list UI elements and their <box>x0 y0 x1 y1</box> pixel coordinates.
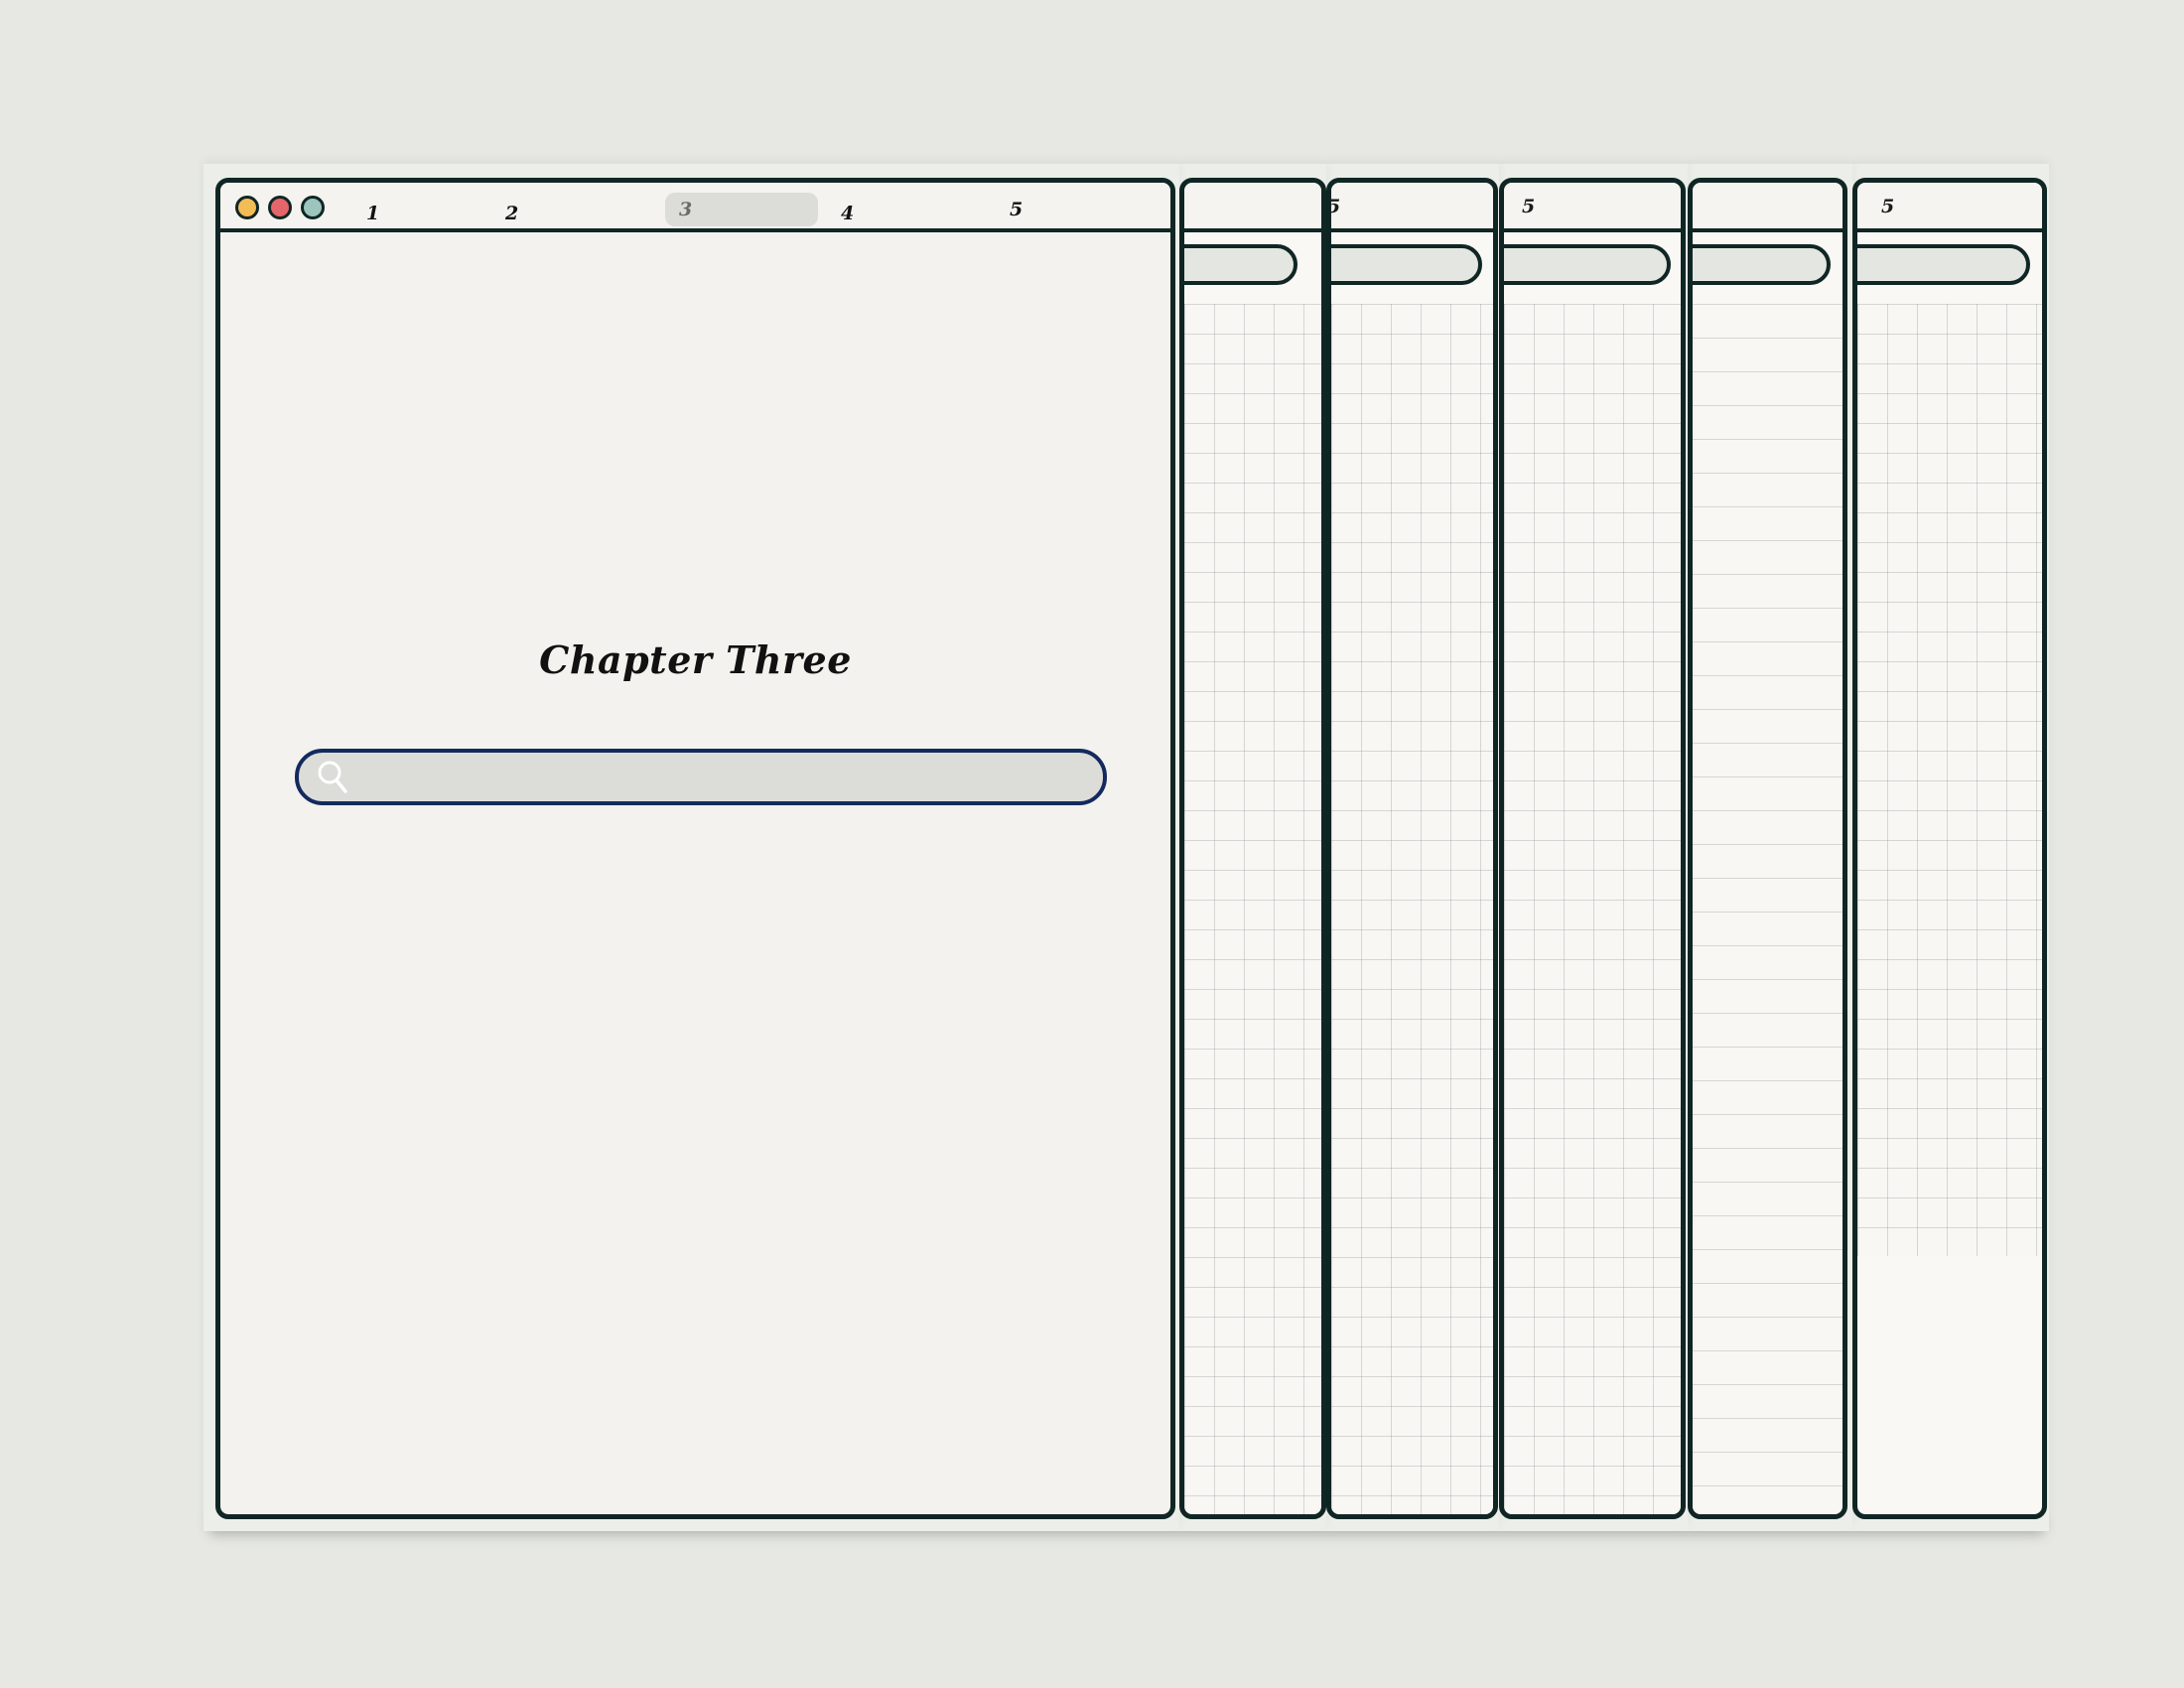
tab-2[interactable]: 2 <box>505 197 518 230</box>
search-input[interactable] <box>354 753 1093 803</box>
grid-paper <box>1504 304 1681 1514</box>
tab-4[interactable]: 4 <box>841 197 854 230</box>
tab-3[interactable]: 3 <box>665 193 818 226</box>
background-tab-label[interactable]: 5 <box>1522 196 1535 217</box>
background-window-3[interactable]: 5 <box>1499 178 1686 1519</box>
tab-5[interactable]: 5 <box>1010 193 1023 226</box>
background-titlebar: 5 <box>1504 183 1681 232</box>
background-titlebar: 5 <box>1857 183 2042 232</box>
search-icon <box>315 758 352 801</box>
background-window-5[interactable]: 5 <box>1852 178 2047 1519</box>
background-titlebar: 5 <box>1331 183 1493 232</box>
maximize-icon[interactable] <box>301 196 325 219</box>
background-window-4[interactable] <box>1688 178 1847 1519</box>
lined-paper <box>1693 304 1843 1514</box>
front-window: 1 2 3 4 5 Chapter Three <box>215 178 1175 1519</box>
grid-paper <box>1331 304 1493 1514</box>
page-title: Chapter Three <box>539 637 852 682</box>
background-search-bar[interactable] <box>1693 244 1831 285</box>
background-search-bar[interactable] <box>1331 244 1482 285</box>
background-titlebar <box>1184 183 1321 232</box>
titlebar: 1 2 3 4 5 <box>220 183 1170 232</box>
background-tab-label[interactable]: 5 <box>1331 196 1340 217</box>
grid-paper <box>1857 304 2042 1256</box>
background-search-bar[interactable] <box>1857 244 2030 285</box>
background-window-1[interactable] <box>1179 178 1326 1519</box>
close-icon[interactable] <box>268 196 292 219</box>
tab-1[interactable]: 1 <box>366 197 379 230</box>
background-tab-label[interactable]: 5 <box>1881 196 1894 217</box>
search-bar[interactable] <box>295 749 1107 805</box>
background-search-bar[interactable] <box>1184 244 1297 285</box>
grid-paper <box>1184 304 1321 1514</box>
minimize-icon[interactable] <box>235 196 259 219</box>
background-titlebar <box>1693 183 1843 232</box>
background-search-bar[interactable] <box>1504 244 1671 285</box>
background-window-2[interactable]: 5 <box>1326 178 1498 1519</box>
